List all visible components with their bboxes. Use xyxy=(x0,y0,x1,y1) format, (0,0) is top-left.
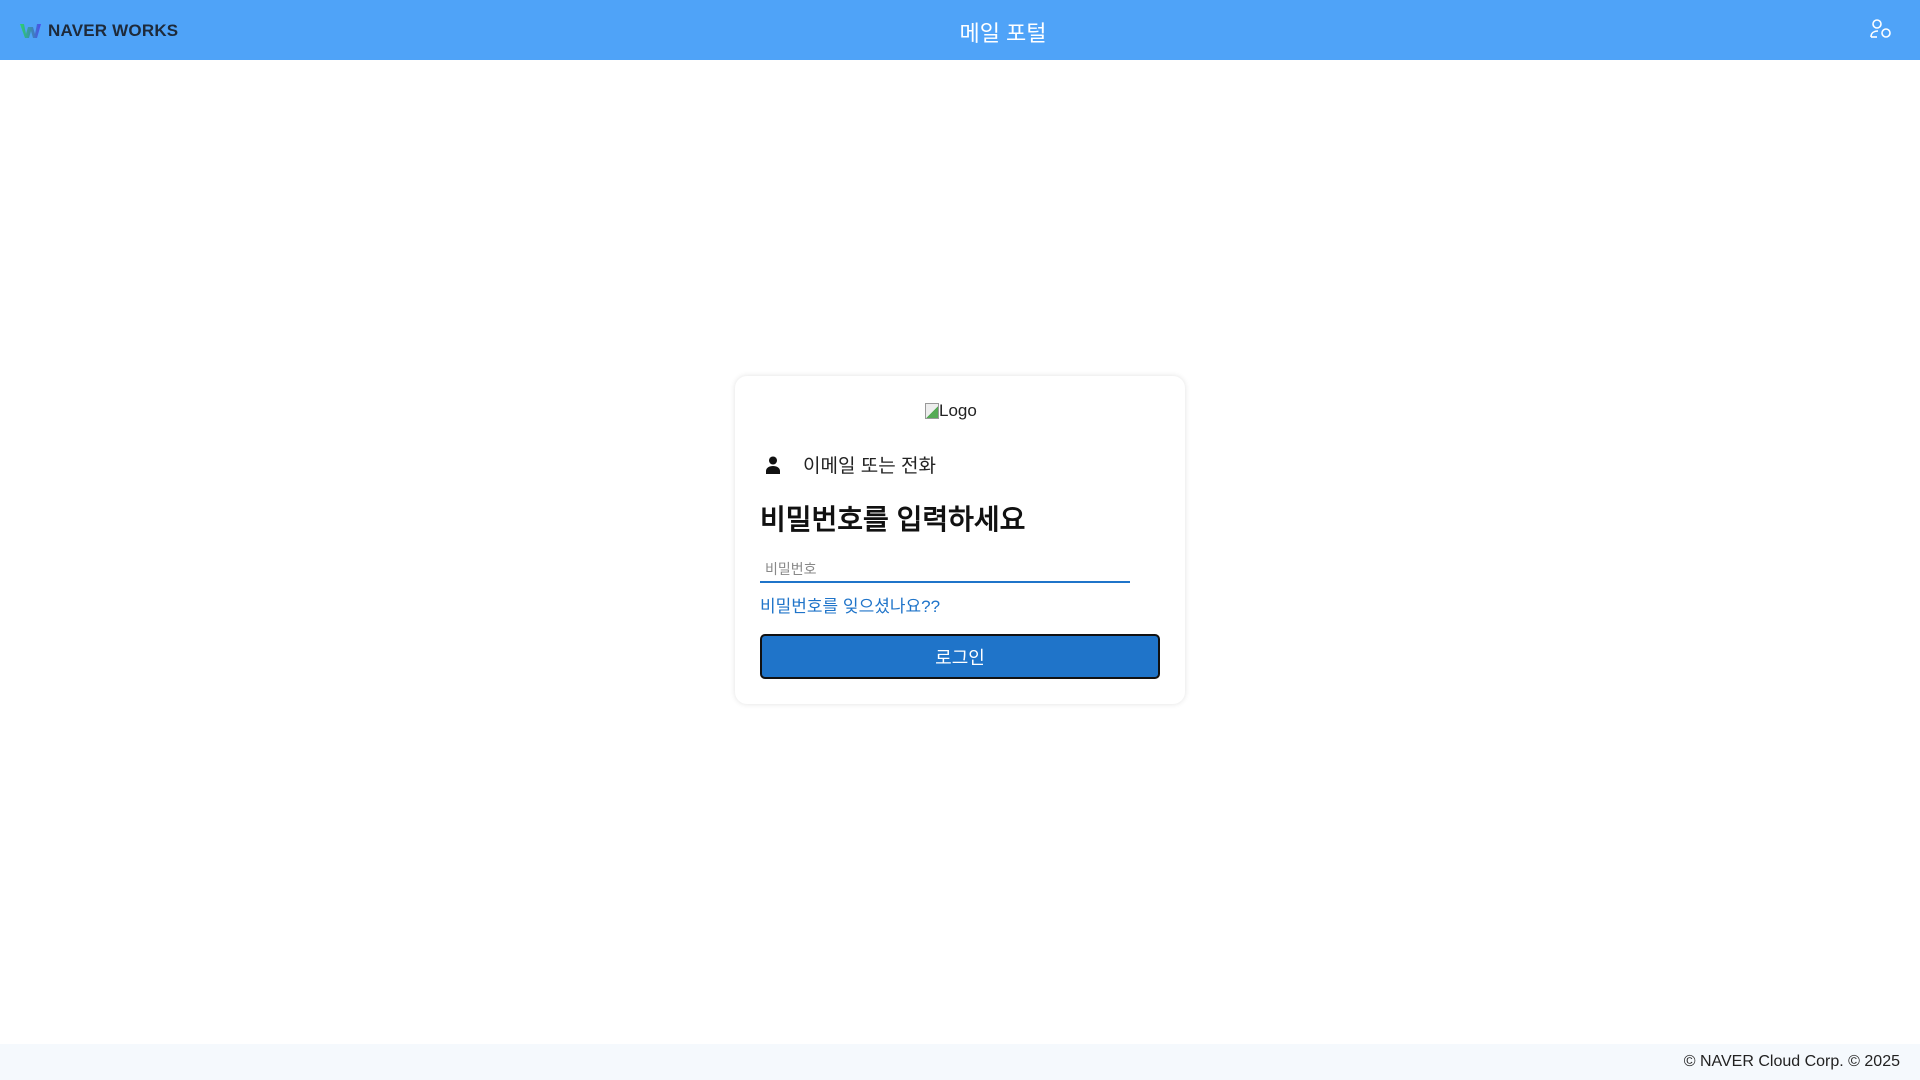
logo-image: Logo xyxy=(925,401,977,421)
logo-alt-text: Logo xyxy=(939,401,977,420)
broken-image-icon xyxy=(925,403,939,419)
login-card: Logo 이메일 또는 전화 비밀번호를 입력하세요 비밀번호를 잊으셨나요??… xyxy=(735,376,1185,704)
user-switch-icon xyxy=(1870,19,1891,38)
person-icon xyxy=(766,456,780,474)
top-bar: NAVER WORKS 메일 포털 xyxy=(0,0,1920,60)
password-input[interactable] xyxy=(760,556,1130,583)
login-button[interactable]: 로그인 xyxy=(760,634,1160,679)
identity-text: 이메일 또는 전화 xyxy=(803,456,936,477)
user-switch-button[interactable] xyxy=(1870,18,1894,45)
account-identity: 이메일 또는 전화 xyxy=(765,451,936,478)
copyright: © NAVER Cloud Corp. © 2025 xyxy=(1683,1053,1900,1070)
page-title: 메일 포털 xyxy=(959,21,1047,46)
forgot-password-link[interactable]: 비밀번호를 잊으셨나요?? xyxy=(760,592,940,617)
form-heading: 비밀번호를 입력하세요 xyxy=(760,504,1026,535)
footer: © NAVER Cloud Corp. © 2025 xyxy=(0,1044,1920,1080)
